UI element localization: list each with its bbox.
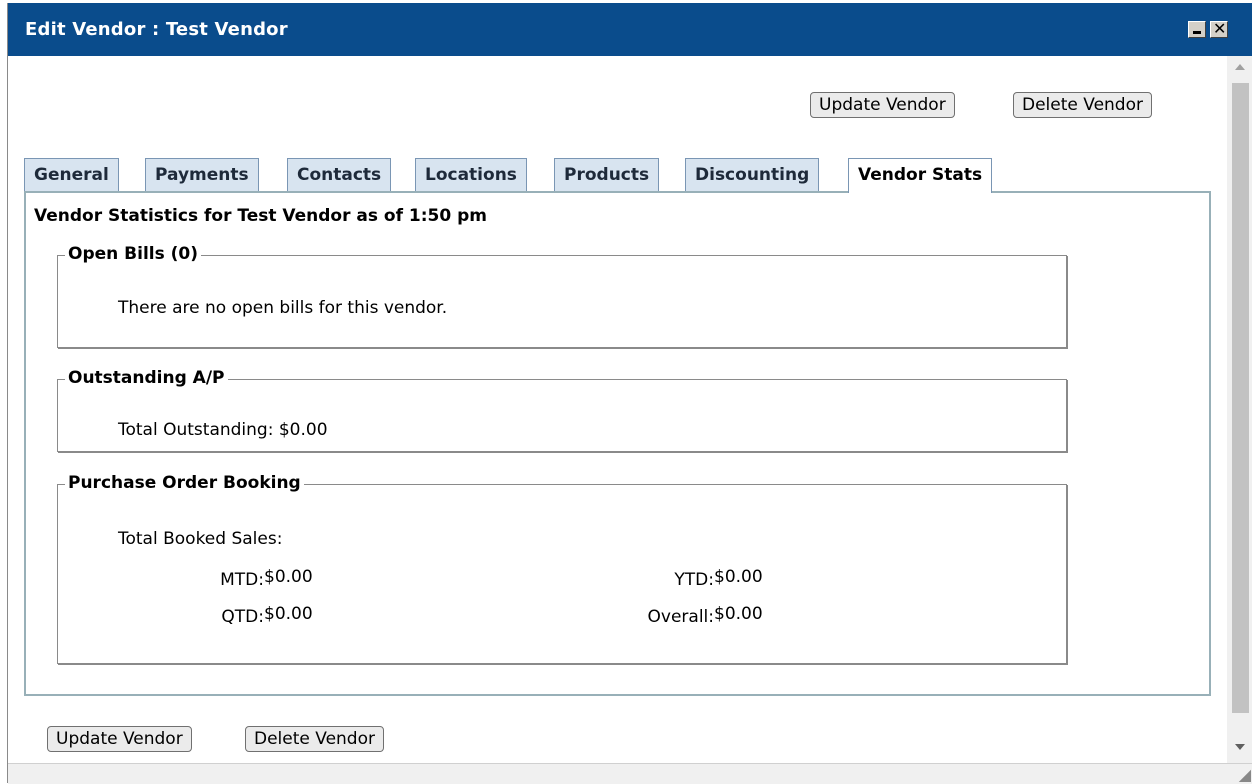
- minimize-icon[interactable]: [1188, 21, 1206, 38]
- resize-grip-icon[interactable]: ◢: [1239, 765, 1251, 784]
- scroll-down-icon[interactable]: [1235, 744, 1245, 750]
- outstanding-legend: Outstanding A/P: [65, 368, 228, 388]
- booked-sales-subtitle: Total Booked Sales:: [118, 529, 283, 549]
- po-booking-legend: Purchase Order Booking: [65, 473, 304, 493]
- outstanding-fieldset: Outstanding A/P Total Outstanding: $0.00: [57, 368, 1067, 452]
- tab-general[interactable]: General: [24, 158, 119, 192]
- qtd-label: QTD:: [221, 607, 264, 627]
- status-bar: ◢: [8, 763, 1252, 784]
- total-outstanding: Total Outstanding: $0.00: [118, 420, 328, 440]
- open-bills-fieldset: Open Bills (0) There are no open bills f…: [57, 244, 1067, 348]
- mtd-value: $0.00: [264, 567, 313, 587]
- window-title: Edit Vendor : Test Vendor: [25, 19, 288, 40]
- ytd-value: $0.00: [714, 567, 763, 587]
- tab-payments[interactable]: Payments: [145, 158, 259, 192]
- delete-vendor-button-bottom[interactable]: Delete Vendor: [245, 726, 384, 752]
- scroll-up-icon[interactable]: [1235, 64, 1245, 70]
- open-bills-legend: Open Bills (0): [65, 244, 202, 264]
- vertical-scrollbar[interactable]: [1227, 56, 1252, 766]
- tab-locations[interactable]: Locations: [415, 158, 527, 192]
- tab-products[interactable]: Products: [554, 158, 660, 192]
- delete-vendor-button-top[interactable]: Delete Vendor: [1013, 92, 1152, 118]
- mtd-label: MTD:: [220, 570, 264, 590]
- overall-label: Overall:: [647, 607, 714, 627]
- update-vendor-button-top[interactable]: Update Vendor: [810, 92, 955, 118]
- tab-vendor-stats[interactable]: Vendor Stats: [848, 158, 993, 193]
- overall-value: $0.00: [714, 604, 763, 624]
- ytd-label: YTD:: [674, 570, 714, 590]
- update-vendor-button-bottom[interactable]: Update Vendor: [47, 726, 192, 752]
- po-booking-fieldset: Purchase Order Booking Total Booked Sale…: [57, 473, 1067, 664]
- close-icon[interactable]: ✕: [1210, 19, 1228, 38]
- tab-contacts[interactable]: Contacts: [287, 158, 392, 192]
- open-bills-message: There are no open bills for this vendor.: [118, 298, 448, 318]
- title-bar[interactable]: Edit Vendor : Test Vendor ✕: [8, 3, 1252, 56]
- edit-vendor-window: Edit Vendor : Test Vendor ✕ Update Vendo…: [7, 3, 1252, 784]
- stats-heading: Vendor Statistics for Test Vendor as of …: [34, 206, 487, 226]
- scroll-thumb[interactable]: [1232, 83, 1249, 713]
- tab-discounting[interactable]: Discounting: [685, 158, 820, 192]
- qtd-value: $0.00: [264, 604, 313, 624]
